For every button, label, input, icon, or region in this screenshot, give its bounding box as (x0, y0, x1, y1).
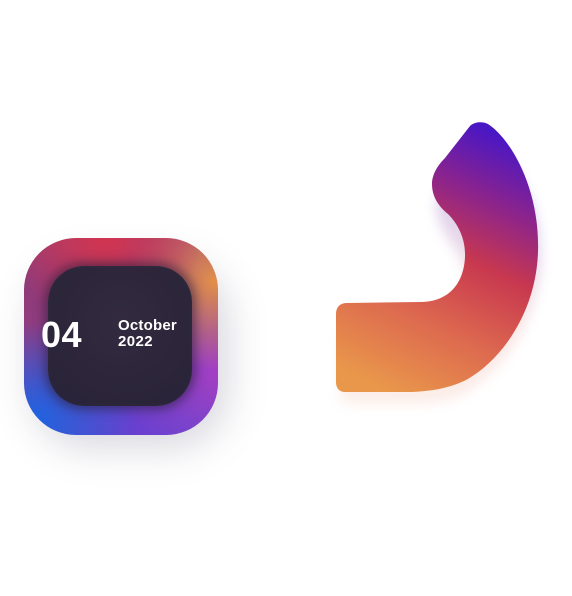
curved-arrow-shape (336, 122, 541, 404)
